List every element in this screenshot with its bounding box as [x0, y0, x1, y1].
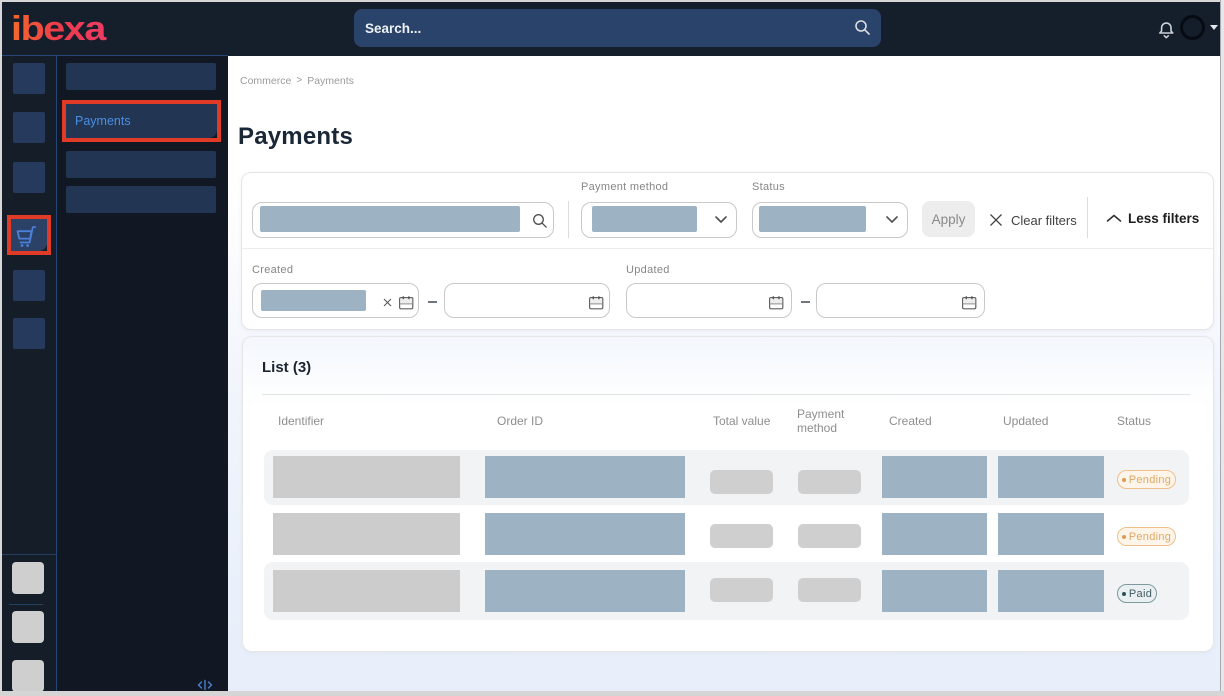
svg-text:ibexa: ibexa — [11, 10, 107, 48]
